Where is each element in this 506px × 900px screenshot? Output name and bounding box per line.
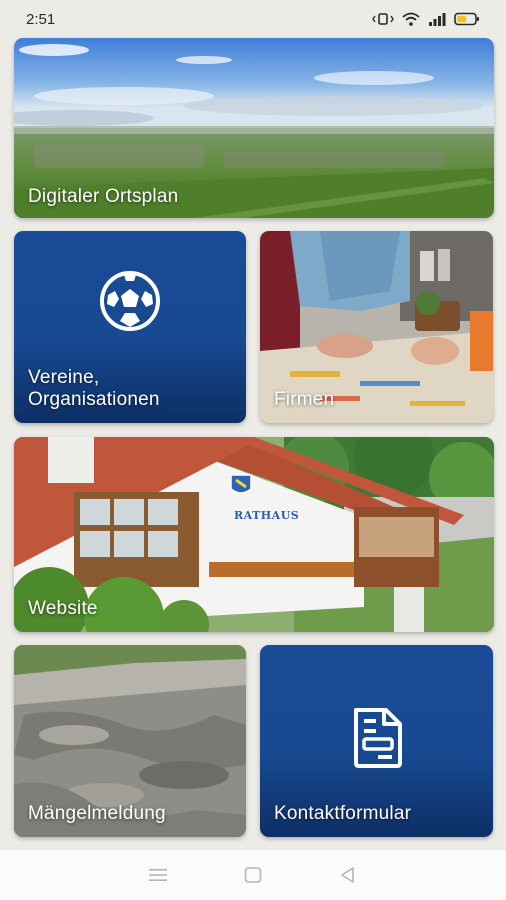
tile-website[interactable]: RATHAUS Website: [14, 437, 494, 632]
tile-label: Mängelmeldung: [28, 803, 166, 824]
soccer-ball-icon: [98, 269, 162, 338]
vibrate-icon: [372, 12, 394, 26]
tile-label: Kontaktformular: [274, 803, 412, 824]
battery-icon: [454, 12, 480, 26]
menu-icon[interactable]: [146, 863, 170, 887]
signal-icon: [428, 12, 446, 26]
back-icon[interactable]: [336, 863, 360, 887]
tile-maengelmeldung[interactable]: Mängelmeldung: [14, 645, 246, 837]
tile-kontaktformular[interactable]: Kontaktformular: [260, 645, 493, 837]
form-document-icon: [350, 707, 404, 774]
rathaus-sign: RATHAUS: [234, 509, 300, 522]
wifi-icon: [402, 12, 420, 26]
tile-label: Digitaler Ortsplan: [28, 186, 179, 207]
tile-label: Website: [28, 598, 98, 619]
tile-label: Firmen: [274, 389, 335, 410]
system-nav-bar: [0, 850, 506, 900]
status-bar: 2:51: [0, 0, 506, 38]
tile-digitaler-ortsplan[interactable]: Digitaler Ortsplan: [14, 38, 494, 218]
tile-vereine-organisationen[interactable]: Vereine, Organisationen: [14, 231, 246, 423]
home-icon[interactable]: [241, 863, 265, 887]
tile-firmen[interactable]: Firmen: [260, 231, 493, 423]
status-icons: [372, 12, 480, 26]
status-time: 2:51: [26, 10, 56, 28]
tile-label: Vereine, Organisationen: [28, 367, 160, 410]
